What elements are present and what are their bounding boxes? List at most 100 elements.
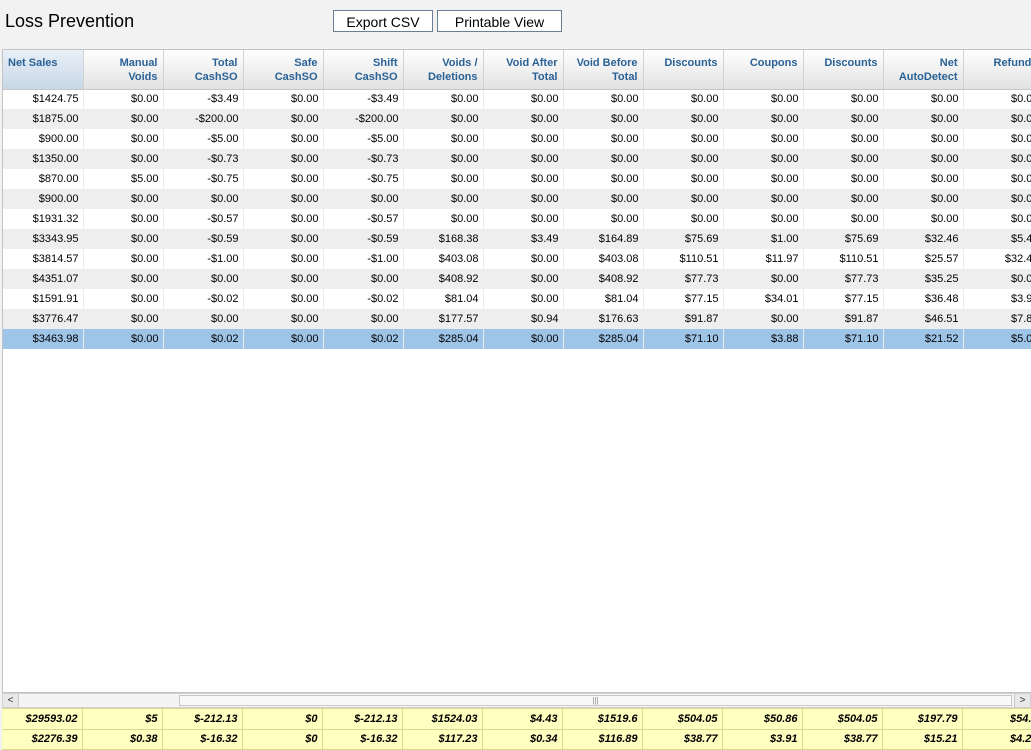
table-cell: $0.00	[883, 129, 963, 149]
table-cell: $0.00	[323, 269, 403, 289]
column-header[interactable]: Voids /Deletions	[403, 50, 483, 89]
table-cell: $0.00	[803, 129, 883, 149]
table-row[interactable]: $1931.32$0.00-$0.57$0.00-$0.57$0.00$0.00…	[3, 209, 1031, 229]
column-header-label: Discounts	[664, 57, 717, 69]
totals-cell: $-212.13	[162, 709, 242, 729]
column-header[interactable]: Refunds	[963, 50, 1031, 89]
table-row[interactable]: $3463.98$0.00$0.02$0.00$0.02$285.04$0.00…	[3, 329, 1031, 349]
totals-cell: $2276.39	[2, 729, 82, 749]
column-header[interactable]: Net Sales	[3, 50, 83, 89]
column-header[interactable]: Coupons	[723, 50, 803, 89]
table-cell: $0.00	[163, 269, 243, 289]
scroll-thumb[interactable]: |||	[179, 695, 1012, 706]
column-header-label: Total	[532, 71, 557, 83]
table-cell: $0.00	[483, 289, 563, 309]
table-cell: $110.51	[643, 249, 723, 269]
export-csv-button[interactable]: Export CSV	[333, 10, 433, 32]
column-header[interactable]: Discounts	[643, 50, 723, 89]
table-row[interactable]: $3776.47$0.00$0.00$0.00$0.00$177.57$0.94…	[3, 309, 1031, 329]
table-cell: $0.00	[403, 89, 483, 109]
table-cell: $0.00	[323, 309, 403, 329]
table-row[interactable]: $1424.75$0.00-$3.49$0.00-$3.49$0.00$0.00…	[3, 89, 1031, 109]
totals-cell: $5	[82, 709, 162, 729]
scroll-left-arrow-icon[interactable]: <	[3, 694, 19, 707]
totals-cell: $504.05	[642, 709, 722, 729]
table-cell: $0.94	[483, 309, 563, 329]
table-cell: -$0.59	[323, 229, 403, 249]
column-header-label: Net	[940, 57, 958, 69]
table-cell: -$200.00	[323, 109, 403, 129]
table-cell: $408.92	[403, 269, 483, 289]
column-header[interactable]: ManualVoids	[83, 50, 163, 89]
table-cell: $77.73	[643, 269, 723, 289]
table-row[interactable]: $900.00$0.00$0.00$0.00$0.00$0.00$0.00$0.…	[3, 189, 1031, 209]
table-cell: $0.00	[723, 189, 803, 209]
table-row[interactable]: $1350.00$0.00-$0.73$0.00-$0.73$0.00$0.00…	[3, 149, 1031, 169]
table-cell: -$0.73	[163, 149, 243, 169]
column-header[interactable]: NetAutoDetect	[883, 50, 963, 89]
table-cell: $0.00	[403, 149, 483, 169]
table-cell: $168.38	[403, 229, 483, 249]
table-cell: $0.00	[723, 89, 803, 109]
table-cell: $0.00	[83, 189, 163, 209]
totals-cell: $0	[242, 729, 322, 749]
column-header[interactable]: SafeCashSO	[243, 50, 323, 89]
horizontal-scrollbar[interactable]: < ||| >	[2, 693, 1031, 708]
printable-view-button[interactable]: Printable View	[437, 10, 562, 32]
scroll-right-arrow-icon[interactable]: >	[1014, 694, 1030, 707]
table-cell: $0.00	[803, 89, 883, 109]
table-cell: $0.00	[243, 149, 323, 169]
column-header-label: Net Sales	[8, 57, 58, 69]
table-row[interactable]: $900.00$0.00-$5.00$0.00-$5.00$0.00$0.00$…	[3, 129, 1031, 149]
table-cell: $0.00	[483, 169, 563, 189]
totals-cell: $50.86	[722, 709, 802, 729]
column-header[interactable]: TotalCashSO	[163, 50, 243, 89]
totals-cell: $116.89	[562, 729, 642, 749]
table-cell: $0.02	[323, 329, 403, 349]
totals-cell: $0.38	[82, 729, 162, 749]
column-header[interactable]: Void BeforeTotal	[563, 50, 643, 89]
table-cell: $0.00	[803, 149, 883, 169]
table-cell: $0.00	[643, 129, 723, 149]
table-cell: -$0.57	[163, 209, 243, 229]
table-row[interactable]: $1875.00$0.00-$200.00$0.00-$200.00$0.00$…	[3, 109, 1031, 129]
table-cell: $176.63	[563, 309, 643, 329]
table-cell: $0.00	[723, 109, 803, 129]
table-cell: $1875.00	[3, 109, 83, 129]
table-cell: $0.00	[563, 189, 643, 209]
table-cell: -$1.00	[163, 249, 243, 269]
column-header[interactable]: Discounts	[803, 50, 883, 89]
column-header-label: Discounts	[824, 57, 877, 69]
table-cell: -$0.75	[163, 169, 243, 189]
table-cell: $3.49	[483, 229, 563, 249]
table-cell: -$3.49	[323, 89, 403, 109]
table-cell: -$5.00	[323, 129, 403, 149]
column-header[interactable]: Void AfterTotal	[483, 50, 563, 89]
table-cell: $75.69	[803, 229, 883, 249]
totals-cell: $1524.03	[402, 709, 482, 729]
totals-cell: $15.21	[882, 729, 962, 749]
table-cell: $0.00	[243, 169, 323, 189]
table-cell: $11.97	[723, 249, 803, 269]
table-cell: $0.00	[83, 269, 163, 289]
table-row[interactable]: $3343.95$0.00-$0.59$0.00-$0.59$168.38$3.…	[3, 229, 1031, 249]
table-row[interactable]: $4351.07$0.00$0.00$0.00$0.00$408.92$0.00…	[3, 269, 1031, 289]
table-row[interactable]: $3814.57$0.00-$1.00$0.00-$1.00$403.08$0.…	[3, 249, 1031, 269]
table-cell: $0.00	[483, 109, 563, 129]
table-cell: $91.87	[803, 309, 883, 329]
table-row[interactable]: $1591.91$0.00-$0.02$0.00-$0.02$81.04$0.0…	[3, 289, 1031, 309]
totals-cell: $3.91	[722, 729, 802, 749]
table-cell: $0.00	[723, 309, 803, 329]
table-row[interactable]: $870.00$5.00-$0.75$0.00-$0.75$0.00$0.00$…	[3, 169, 1031, 189]
table-cell: $0.00	[963, 149, 1031, 169]
table-cell: $0.00	[83, 209, 163, 229]
column-header[interactable]: ShiftCashSO	[323, 50, 403, 89]
column-header-label: CashSO	[355, 71, 398, 83]
table-cell: $110.51	[803, 249, 883, 269]
table-cell: $3.98	[963, 289, 1031, 309]
table-cell: -$5.00	[163, 129, 243, 149]
table-cell: -$0.73	[323, 149, 403, 169]
table-cell: $3463.98	[3, 329, 83, 349]
table-cell: $0.00	[963, 209, 1031, 229]
column-header-label: Void Before	[577, 57, 638, 69]
